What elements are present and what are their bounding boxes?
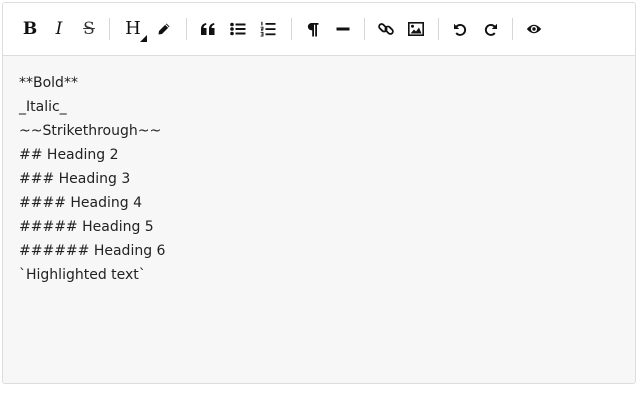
paragraph-button[interactable] (300, 15, 326, 43)
toolbar-separator (512, 18, 513, 40)
editor-text-area[interactable]: **Bold** _Italic_ ~~Strikethrough~~ ## H… (3, 56, 635, 383)
horizontal-rule-button[interactable] (330, 15, 356, 43)
editor-toolbar: B I S H (3, 3, 635, 56)
preview-button[interactable] (521, 15, 547, 43)
heading-button[interactable]: H (120, 15, 147, 43)
preview-icon (526, 24, 542, 34)
italic-button[interactable]: I (46, 15, 72, 43)
text-line: ###### Heading 6 (19, 243, 166, 259)
markdown-editor: B I S H **Bold** _Italic_ ~~Strikethroug… (2, 2, 636, 384)
horizontal-rule-icon (336, 27, 350, 31)
strikethrough-button[interactable]: S (76, 15, 102, 43)
quote-icon (201, 23, 215, 35)
strikethrough-icon: S (83, 18, 95, 39)
highlight-icon (158, 23, 170, 35)
toolbar-separator (364, 18, 365, 40)
unordered-list-button[interactable] (225, 15, 251, 43)
text-line: #### Heading 4 (19, 195, 142, 211)
toolbar-separator (186, 18, 187, 40)
unordered-list-icon (230, 22, 246, 36)
image-button[interactable] (403, 15, 429, 43)
bold-icon: B (22, 18, 38, 39)
link-icon (378, 23, 394, 35)
toolbar-separator (438, 18, 439, 40)
toolbar-separator (109, 18, 110, 40)
text-line: ##### Heading 5 (19, 219, 154, 235)
corner-triangle-icon (139, 35, 147, 42)
heading-icon: H (125, 20, 147, 42)
undo-icon (453, 23, 466, 36)
text-line: **Bold** (19, 75, 78, 91)
link-button[interactable] (373, 15, 399, 43)
ordered-list-button[interactable] (255, 15, 281, 43)
quote-button[interactable] (195, 15, 221, 43)
ordered-list-icon (260, 21, 276, 37)
text-line: ### Heading 3 (19, 171, 131, 187)
bold-button[interactable]: B (17, 15, 43, 43)
toolbar-separator (291, 18, 292, 40)
highlight-button[interactable] (151, 15, 177, 43)
redo-icon (484, 23, 497, 36)
image-icon (408, 22, 424, 36)
text-line: _Italic_ (19, 99, 67, 115)
text-line: `Highlighted text` (19, 267, 146, 283)
paragraph-icon (307, 22, 319, 36)
undo-button[interactable] (447, 15, 473, 43)
text-line: ## Heading 2 (19, 147, 119, 163)
italic-icon: I (55, 18, 63, 39)
text-line: ~~Strikethrough~~ (19, 123, 162, 139)
redo-button[interactable] (477, 15, 503, 43)
